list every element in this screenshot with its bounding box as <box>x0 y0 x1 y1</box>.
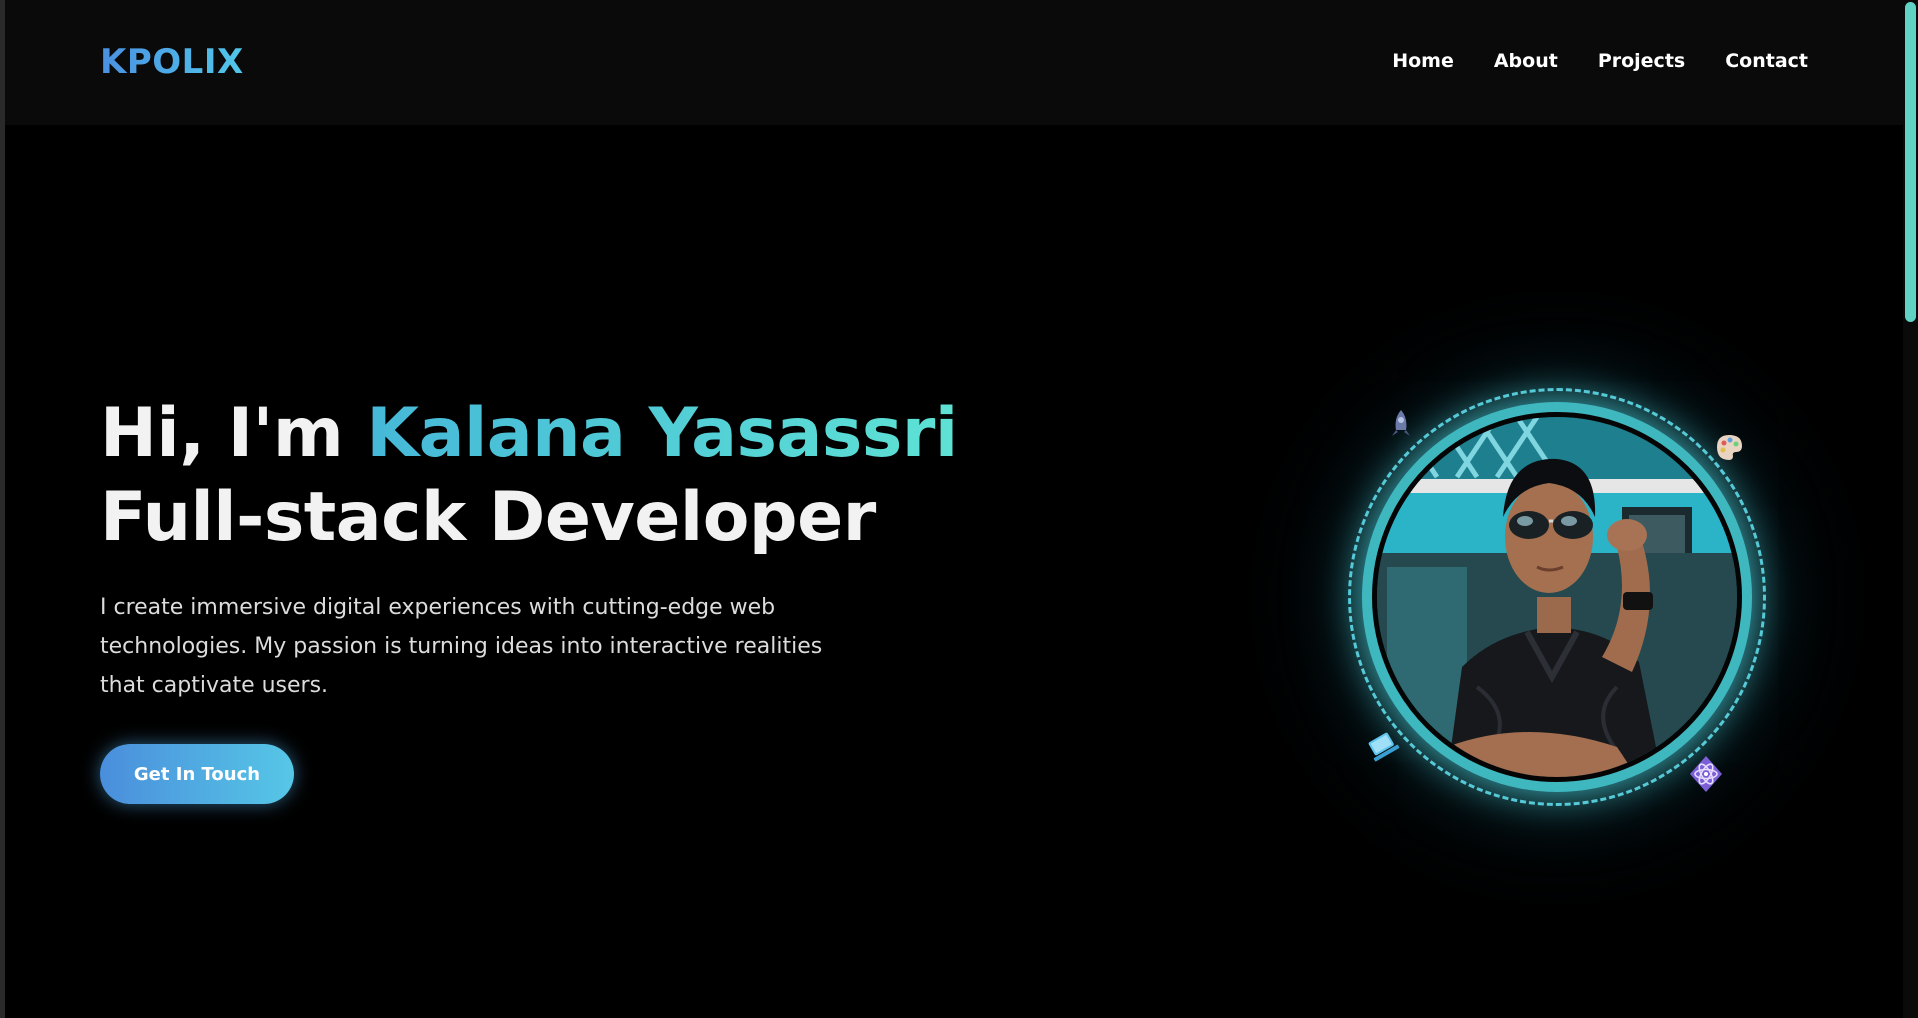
rocket-icon <box>1392 410 1410 436</box>
get-in-touch-button[interactable]: Get In Touch <box>100 744 294 804</box>
nav-home[interactable]: Home <box>1392 50 1454 72</box>
hero-name: Kalana Yasassri <box>366 394 958 473</box>
scrollbar-thumb[interactable] <box>1905 2 1916 322</box>
site-header: KPOLIX Home About Projects Contact <box>5 0 1903 125</box>
hero-description: I create immersive digital experiences w… <box>100 595 823 698</box>
page-scrollbar[interactable] <box>1903 0 1918 1018</box>
profile-photo <box>1372 412 1742 782</box>
palette-icon <box>1717 435 1742 460</box>
nav-about[interactable]: About <box>1494 50 1558 72</box>
window-left-edge <box>0 0 5 1018</box>
hero-title: Hi, I'm Kalana Yasassri Full-stack Develo… <box>100 392 958 560</box>
nav-contact[interactable]: Contact <box>1725 50 1808 72</box>
hero-greeting: Hi, I'm <box>100 394 367 473</box>
nav-projects[interactable]: Projects <box>1598 50 1685 72</box>
hero-role: Full-stack Developer <box>100 478 876 557</box>
site-logo[interactable]: KPOLIX <box>100 42 244 82</box>
profile-image-frame <box>1238 278 1878 918</box>
main-nav: Home About Projects Contact <box>1392 50 1808 72</box>
laptop-icon <box>1368 732 1400 762</box>
page: KPOLIX Home About Projects Contact Hi, I… <box>0 0 1918 1018</box>
react-atom-icon <box>1690 756 1722 792</box>
